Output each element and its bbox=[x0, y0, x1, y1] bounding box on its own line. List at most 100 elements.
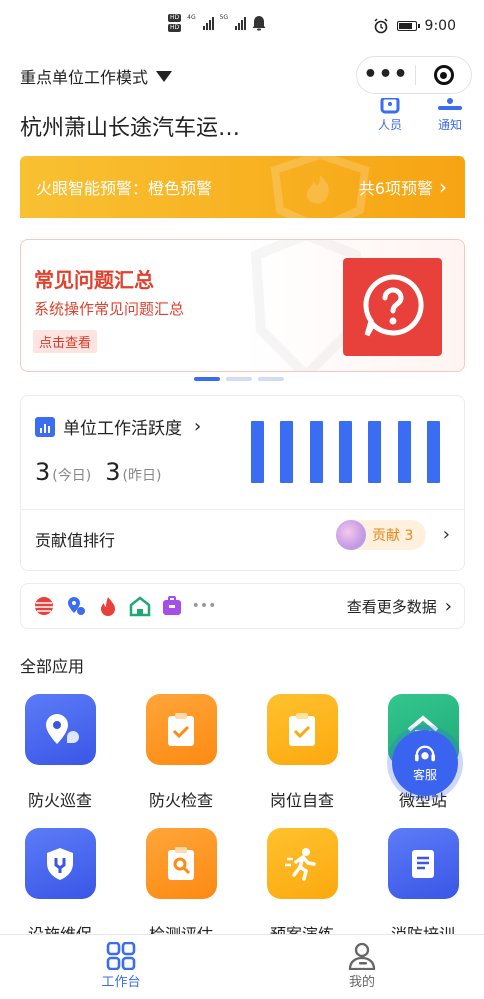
app-plan-drill[interactable]: 预案演练 bbox=[252, 828, 352, 945]
warning-text: 火眼智能预警：橙色预警 bbox=[36, 179, 213, 198]
yesterday-label: (昨日) bbox=[122, 468, 162, 484]
fire-warning-banner[interactable]: 火眼智能预警：橙色预警 共6项预警 › bbox=[20, 156, 465, 218]
headset-icon bbox=[415, 745, 435, 761]
chevron-right-icon: › bbox=[444, 595, 452, 617]
personnel-button[interactable]: 人员 bbox=[365, 96, 415, 133]
app-label: 防火检查 bbox=[148, 791, 213, 810]
notification-bell-icon bbox=[252, 16, 266, 31]
flame-icon[interactable] bbox=[97, 595, 119, 617]
chevron-right-icon: › bbox=[439, 175, 447, 199]
tab-mine-label: 我的 bbox=[348, 975, 375, 990]
hd-badges: HD HD bbox=[168, 14, 182, 32]
bar-chart-icon bbox=[35, 416, 55, 437]
more-data-label: 查看更多数据 bbox=[346, 597, 437, 616]
activity-card: 单位工作活跃度 › 3 (今日) 3 (昨日) 贡献值排行 贡献 3 › bbox=[20, 395, 465, 571]
app-fire-inspection[interactable]: 防火检查 bbox=[131, 694, 231, 811]
app-fire-training[interactable]: 消防培训 bbox=[373, 828, 473, 945]
today-value: 3 bbox=[35, 458, 51, 486]
avatar bbox=[336, 520, 366, 550]
mode-selector[interactable]: 重点单位工作模式 bbox=[20, 64, 173, 88]
globe-icon[interactable] bbox=[33, 595, 55, 617]
briefcase-icon[interactable] bbox=[161, 595, 183, 617]
notice-button[interactable]: 通知 bbox=[425, 98, 475, 133]
grid-icon bbox=[106, 942, 136, 970]
hd-badge: HD bbox=[168, 24, 182, 32]
customer-service-label: 客服 bbox=[412, 767, 437, 782]
hd-badge: HD bbox=[168, 14, 182, 22]
clipboard-search-icon bbox=[145, 828, 217, 899]
app-fire-patrol[interactable]: 防火巡查 bbox=[10, 694, 110, 811]
activity-bar-chart bbox=[251, 421, 441, 483]
company-name[interactable]: 杭州萧山长途汽车运… bbox=[20, 110, 240, 142]
network-label: 5G bbox=[219, 14, 229, 21]
activity-bar bbox=[397, 421, 411, 483]
app-label: 防火巡查 bbox=[27, 791, 92, 810]
status-right: 9:00 bbox=[373, 18, 456, 34]
contribution-rank-label[interactable]: 贡献值排行 bbox=[35, 527, 115, 551]
banner-subtitle: 系统操作常见问题汇总 bbox=[34, 300, 185, 318]
notice-label: 通知 bbox=[437, 118, 462, 132]
bottom-tab-bar: 工作台 我的 bbox=[0, 934, 484, 999]
activity-stats: 3 (今日) 3 (昨日) bbox=[35, 458, 173, 486]
tab-mine[interactable]: 我的 bbox=[322, 941, 402, 990]
activity-bar bbox=[251, 421, 264, 483]
activity-title-link[interactable]: 单位工作活跃度 › bbox=[35, 414, 201, 439]
quick-data-row: ••• 查看更多数据 › bbox=[20, 583, 465, 629]
status-signal-group: HD HD 4G 5G bbox=[168, 14, 266, 32]
app-test-evaluation[interactable]: 检测评估 bbox=[131, 828, 231, 945]
question-icon bbox=[343, 258, 442, 356]
alarm-clock-icon bbox=[374, 18, 388, 34]
caret-down-icon bbox=[156, 70, 173, 82]
station-icon[interactable] bbox=[129, 595, 151, 617]
status-bar: HD HD 4G 5G 9:00 bbox=[0, 0, 484, 58]
chevron-right-icon[interactable]: › bbox=[443, 524, 450, 545]
activity-bar bbox=[338, 421, 352, 483]
book-icon bbox=[387, 828, 459, 899]
battery-icon bbox=[396, 21, 420, 31]
clipboard-check-icon bbox=[145, 694, 217, 765]
location-chat-icon[interactable] bbox=[65, 595, 87, 617]
all-apps-title: 全部应用 bbox=[20, 657, 85, 676]
shield-watermark-icon bbox=[270, 156, 370, 218]
contribution-value: 贡献 3 bbox=[372, 528, 414, 544]
app-label: 岗位自查 bbox=[269, 791, 334, 810]
yesterday-value: 3 bbox=[105, 458, 121, 486]
more-icon[interactable]: ••• bbox=[192, 595, 217, 617]
faq-banner[interactable]: 常见问题汇总 系统操作常见问题汇总 点击查看 bbox=[20, 239, 465, 372]
network-label: 4G bbox=[187, 14, 196, 21]
app-facility-maintenance[interactable]: 设施维保 bbox=[10, 828, 110, 945]
running-man-icon bbox=[266, 828, 338, 899]
notice-icon bbox=[438, 98, 462, 110]
signal-icon bbox=[235, 16, 247, 30]
divider bbox=[21, 509, 464, 510]
today-label: (今日) bbox=[52, 468, 92, 484]
personnel-icon bbox=[380, 96, 400, 114]
carousel-indicator bbox=[194, 377, 284, 381]
more-data-link[interactable]: 查看更多数据 › bbox=[347, 596, 452, 617]
banner-cta-button[interactable]: 点击查看 bbox=[33, 330, 98, 353]
personnel-label: 人员 bbox=[377, 118, 402, 132]
chevron-right-icon: › bbox=[194, 416, 202, 437]
more-menu-button[interactable]: ••• bbox=[357, 64, 415, 86]
clipboard-check-icon bbox=[266, 694, 338, 765]
signal-icon bbox=[202, 16, 214, 30]
contribution-badge[interactable]: 贡献 3 bbox=[336, 520, 426, 550]
tab-workbench-label: 工作台 bbox=[101, 975, 141, 990]
activity-title: 单位工作活跃度 bbox=[63, 419, 182, 439]
clock-time: 9:00 bbox=[424, 18, 456, 34]
mode-label: 重点单位工作模式 bbox=[20, 68, 149, 87]
activity-bar bbox=[280, 421, 294, 483]
shield-wrench-icon bbox=[24, 828, 96, 899]
user-icon bbox=[348, 942, 376, 970]
app-post-selfcheck[interactable]: 岗位自查 bbox=[252, 694, 352, 811]
banner-title: 常见问题汇总 bbox=[34, 268, 154, 292]
customer-service-button[interactable]: 客服 bbox=[392, 730, 458, 796]
miniprogram-capsule: ••• bbox=[356, 56, 472, 94]
target-icon bbox=[433, 65, 454, 85]
activity-bar bbox=[426, 421, 440, 483]
activity-bar bbox=[309, 421, 323, 483]
location-chat-icon bbox=[24, 694, 96, 765]
tab-workbench[interactable]: 工作台 bbox=[81, 941, 161, 990]
activity-bar bbox=[368, 421, 382, 483]
close-miniprogram-button[interactable] bbox=[416, 65, 471, 85]
